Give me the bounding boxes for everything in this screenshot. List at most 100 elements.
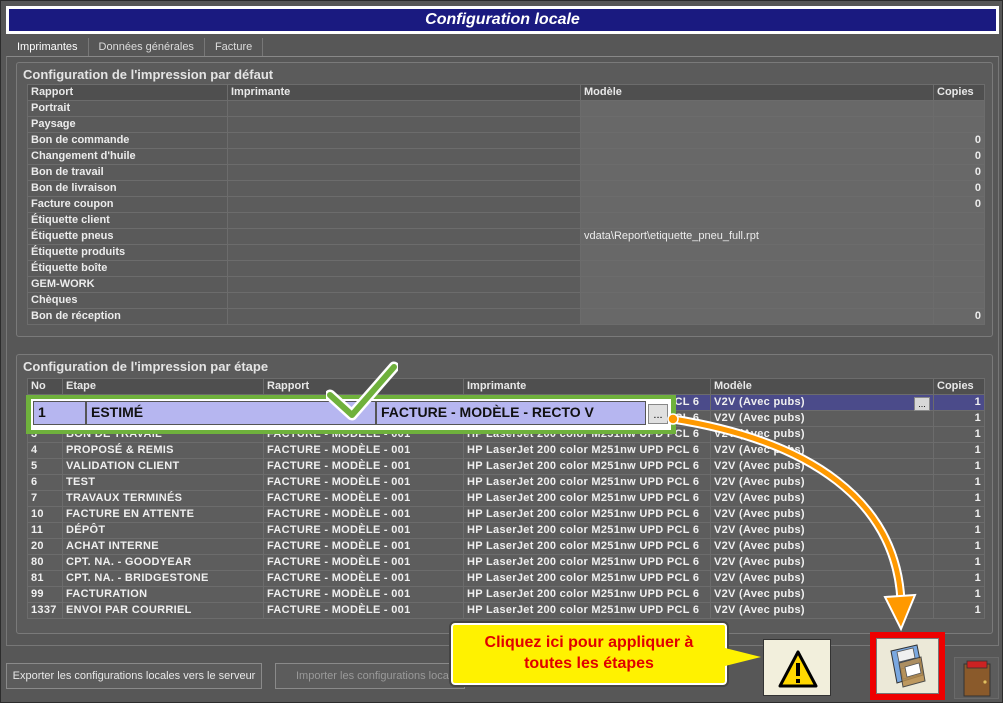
cell-no[interactable]: 11 — [27, 522, 63, 539]
cell-etape[interactable]: TRAVAUX TERMINÉS — [62, 490, 264, 507]
tab-facture[interactable]: Facture — [205, 38, 264, 56]
cell-copies[interactable]: 1 — [933, 458, 985, 475]
tab-donnees-generales[interactable]: Données générales — [89, 38, 205, 56]
table-row[interactable]: Bon de réception 0 — [27, 308, 985, 325]
cell-no[interactable]: 4 — [27, 442, 63, 459]
table-row[interactable]: GEM-WORK — [27, 276, 985, 293]
cell-no[interactable]: 10 — [27, 506, 63, 523]
cell-copies[interactable]: 1 — [933, 586, 985, 603]
cell-rapport[interactable]: Portrait — [27, 100, 228, 117]
cell-no[interactable]: 81 — [27, 570, 63, 587]
column-header-etape[interactable]: Etape — [62, 378, 264, 395]
cell-rapport[interactable]: Bon de travail — [27, 164, 228, 181]
cell-copies[interactable]: 1 — [933, 394, 985, 411]
cell-no[interactable]: 6 — [27, 474, 63, 491]
cell-rapport[interactable]: Bon de réception — [27, 308, 228, 325]
edit-cell-rapport[interactable]: FACTURE - MODÈLE - RECTO V — [376, 401, 646, 425]
cell-rapport[interactable]: FACTURE - MODÈLE - 001 — [263, 458, 464, 475]
cell-rapport[interactable]: FACTURE - MODÈLE - 001 — [263, 490, 464, 507]
cell-etape[interactable]: DÉPÔT — [62, 522, 264, 539]
cell-copies[interactable]: 1 — [933, 474, 985, 491]
cell-etape[interactable]: TEST — [62, 474, 264, 491]
cell-etape[interactable]: ACHAT INTERNE — [62, 538, 264, 555]
cell-modele[interactable] — [580, 260, 934, 277]
cell-copies[interactable]: 0 — [933, 132, 985, 149]
table-row[interactable]: Paysage — [27, 116, 985, 133]
cell-no[interactable]: 99 — [27, 586, 63, 603]
cell-rapport[interactable]: FACTURE - MODÈLE - 001 — [263, 442, 464, 459]
cell-copies[interactable] — [933, 212, 985, 229]
cell-no[interactable]: 80 — [27, 554, 63, 571]
cell-rapport[interactable]: Facture coupon — [27, 196, 228, 213]
cell-rapport[interactable]: FACTURE - MODÈLE - 001 — [263, 570, 464, 587]
table-row[interactable]: Étiquette boîte — [27, 260, 985, 277]
cell-copies[interactable]: 0 — [933, 196, 985, 213]
cell-modele[interactable] — [580, 148, 934, 165]
column-header-modele[interactable]: Modèle — [580, 84, 934, 101]
cell-imprimante[interactable] — [227, 132, 581, 149]
cell-copies[interactable] — [933, 100, 985, 117]
cell-imprimante[interactable] — [227, 116, 581, 133]
cell-modele[interactable] — [580, 308, 934, 325]
column-header-rapport[interactable]: Rapport — [27, 84, 228, 101]
cell-imprimante[interactable] — [227, 100, 581, 117]
cell-copies[interactable]: 1 — [933, 554, 985, 571]
cell-copies[interactable] — [933, 228, 985, 245]
cell-copies[interactable]: 0 — [933, 308, 985, 325]
table-row[interactable]: Portrait — [27, 100, 985, 117]
cell-copies[interactable]: 0 — [933, 148, 985, 165]
cell-modele[interactable] — [580, 244, 934, 261]
table-row[interactable]: Étiquette produits — [27, 244, 985, 261]
cell-copies[interactable] — [933, 260, 985, 277]
cell-imprimante[interactable] — [227, 244, 581, 261]
cell-rapport[interactable]: GEM-WORK — [27, 276, 228, 293]
exit-button[interactable] — [954, 657, 999, 699]
cell-copies[interactable] — [933, 244, 985, 261]
cell-etape[interactable]: VALIDATION CLIENT — [62, 458, 264, 475]
cell-rapport[interactable]: Changement d'huile — [27, 148, 228, 165]
cell-copies[interactable] — [933, 116, 985, 133]
cell-modele[interactable] — [580, 276, 934, 293]
cell-rapport[interactable]: Bon de livraison — [27, 180, 228, 197]
cell-modele[interactable] — [580, 196, 934, 213]
cell-copies[interactable] — [933, 292, 985, 309]
export-config-button[interactable]: Exporter les configurations locales vers… — [6, 663, 262, 689]
cell-copies[interactable]: 1 — [933, 426, 985, 443]
cell-modele[interactable] — [580, 180, 934, 197]
column-header-copies[interactable]: Copies — [933, 84, 985, 101]
cell-etape[interactable]: CPT. NA. - GOODYEAR — [62, 554, 264, 571]
cell-etape[interactable]: ENVOI PAR COURRIEL — [62, 602, 264, 619]
cell-modele[interactable] — [580, 292, 934, 309]
cell-rapport[interactable]: FACTURE - MODÈLE - 001 — [263, 474, 464, 491]
cell-modele[interactable] — [580, 212, 934, 229]
cell-imprimante[interactable] — [227, 276, 581, 293]
column-header-modele[interactable]: Modèle — [710, 378, 934, 395]
table-row[interactable]: Étiquette pneus vdata\Report\etiquette_pn… — [27, 228, 985, 245]
column-header-imprimante[interactable]: Imprimante — [463, 378, 711, 395]
cell-copies[interactable]: 1 — [933, 442, 985, 459]
cell-copies[interactable]: 1 — [933, 410, 985, 427]
cell-no[interactable]: 7 — [27, 490, 63, 507]
cell-no[interactable]: 1337 — [27, 602, 63, 619]
cell-copies[interactable] — [933, 276, 985, 293]
cell-etape[interactable]: PROPOSÉ & REMIS — [62, 442, 264, 459]
column-header-imprimante[interactable]: Imprimante — [227, 84, 581, 101]
cell-rapport[interactable]: Étiquette produits — [27, 244, 228, 261]
cell-modele[interactable] — [580, 164, 934, 181]
cell-rapport[interactable]: FACTURE - MODÈLE - 001 — [263, 506, 464, 523]
cell-rapport[interactable]: FACTURE - MODÈLE - 001 — [263, 538, 464, 555]
edit-cell-no[interactable]: 1 — [33, 401, 86, 425]
cell-rapport[interactable]: FACTURE - MODÈLE - 001 — [263, 586, 464, 603]
table-row[interactable]: Facture coupon 0 — [27, 196, 985, 213]
cell-etape[interactable]: CPT. NA. - BRIDGESTONE — [62, 570, 264, 587]
cell-copies[interactable]: 1 — [933, 538, 985, 555]
cell-rapport[interactable]: FACTURE - MODÈLE - 001 — [263, 554, 464, 571]
cell-imprimante[interactable] — [227, 292, 581, 309]
cell-imprimante[interactable] — [227, 212, 581, 229]
table-row[interactable]: Étiquette client — [27, 212, 985, 229]
cell-imprimante[interactable] — [227, 196, 581, 213]
cell-rapport[interactable]: Étiquette boîte — [27, 260, 228, 277]
table-row[interactable]: Changement d'huile 0 — [27, 148, 985, 165]
cell-copies[interactable]: 1 — [933, 570, 985, 587]
cell-imprimante[interactable] — [227, 148, 581, 165]
